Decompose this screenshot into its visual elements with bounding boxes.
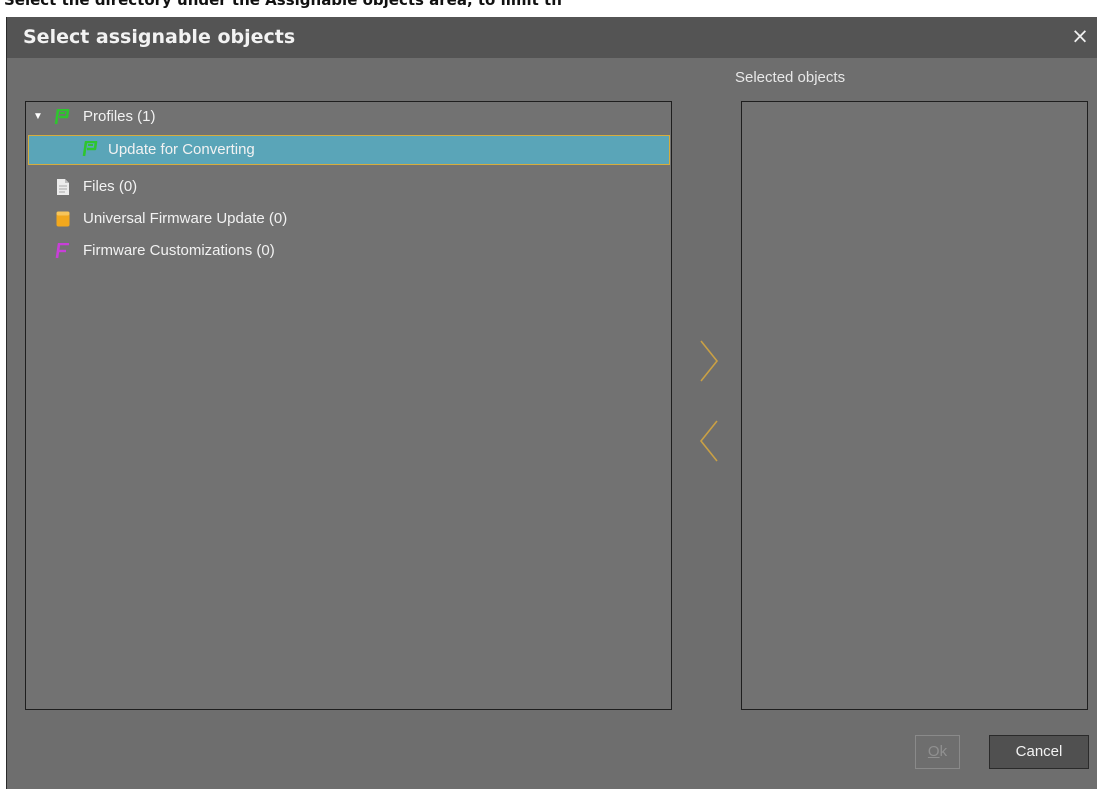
tree-node-profiles[interactable]: ▼ Profiles (1) [26,102,666,132]
assignable-objects-tree[interactable]: ▼ Profiles (1) Update for Converting Fil… [25,101,672,710]
cancel-button[interactable]: Cancel [989,735,1089,769]
expand-arrow-icon[interactable]: ▼ [33,102,43,132]
chevron-left-icon [699,420,718,462]
remove-from-selection-button[interactable] [693,417,723,465]
tree-node-label: Update for Converting [108,141,255,158]
selected-objects-label: Selected objects [735,69,846,86]
chevron-right-icon [700,340,719,382]
ok-label-rest: k [939,743,948,760]
dialog-title: Select assignable objects [23,26,296,48]
add-to-selection-button[interactable] [693,337,723,385]
dialog-titlebar: Select assignable objects × [7,17,1097,58]
tree-node-label: Universal Firmware Update (0) [83,210,288,227]
tree-node-label: Profiles (1) [83,108,156,125]
tree-node-firmware-customizations[interactable]: Firmware Customizations (0) [26,236,666,266]
ok-mnemonic: O [927,743,940,760]
close-icon[interactable]: × [1069,23,1091,49]
profile-icon [82,141,98,157]
selected-objects-list[interactable] [741,101,1088,710]
tree-node-files[interactable]: Files (0) [26,172,666,202]
select-assignable-objects-dialog: Select assignable objects × Selected obj… [6,17,1097,789]
profile-icon [54,109,70,125]
caption-text: Select the directory under the Assignabl… [4,0,562,9]
firmware-update-icon [56,211,70,227]
customization-icon [55,243,69,259]
file-icon [57,179,69,195]
tree-node-update-for-converting[interactable]: Update for Converting [28,135,670,165]
tree-node-universal-firmware-update[interactable]: Universal Firmware Update (0) [26,204,666,234]
ok-button[interactable]: Ok [915,735,960,769]
tree-node-label: Firmware Customizations (0) [83,242,275,259]
tree-node-label: Files (0) [83,178,138,195]
background-caption: Select the directory under the Assignabl… [0,0,1097,17]
